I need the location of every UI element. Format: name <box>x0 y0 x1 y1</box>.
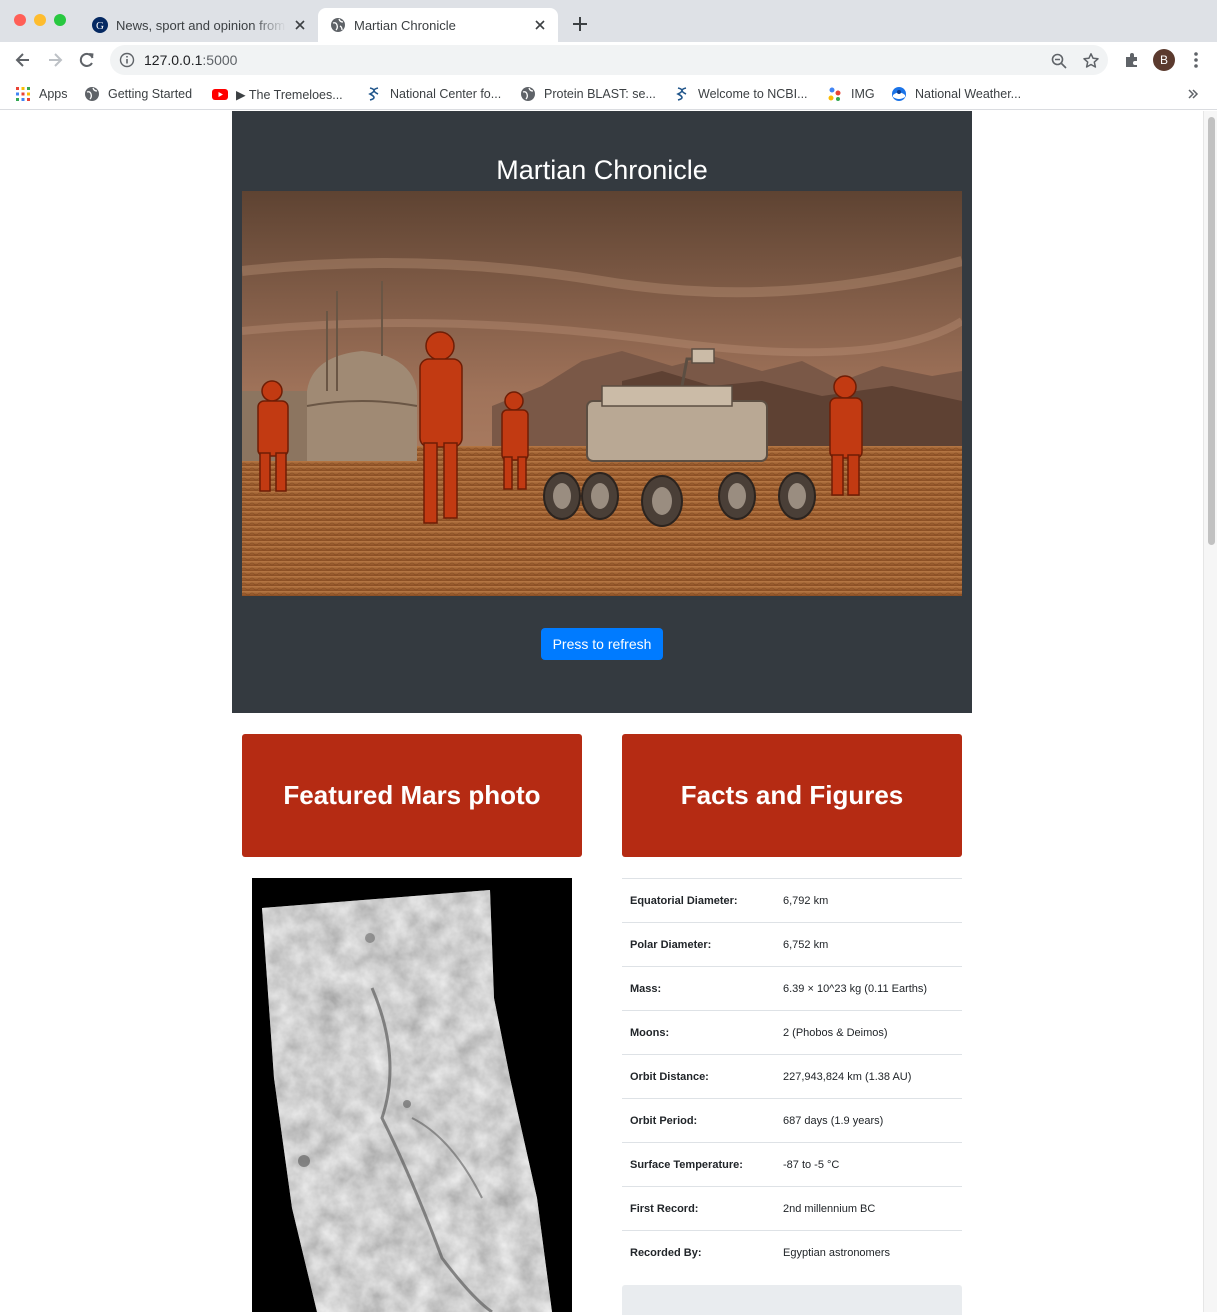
browser-toolbar: 127.0.0.1:5000 <box>0 42 1217 78</box>
bookmark-national-weather[interactable]: National Weather... <box>891 84 1021 104</box>
bookmark-getting-started[interactable]: Getting Started <box>84 84 192 104</box>
facts-row: Orbit Distance: 227,943,824 km (1.38 AU) <box>622 1054 962 1099</box>
more-bookmarks-chevron-icon[interactable] <box>1187 88 1199 100</box>
zoom-icon[interactable] <box>1050 52 1068 70</box>
jumbotron: Martian Chronicle Press to refresh <box>232 111 972 713</box>
refresh-button[interactable]: Press to refresh <box>541 628 663 660</box>
bookmark-star-icon[interactable] <box>1082 52 1100 70</box>
fact-label: Equatorial Diameter: <box>622 878 775 923</box>
bookmark-label: Getting Started <box>108 87 193 101</box>
featured-photo-header: Featured Mars photo <box>242 734 582 857</box>
url-text: 127.0.0.1:5000 <box>144 52 237 68</box>
fact-label: Recorded By: <box>622 1230 775 1274</box>
info-icon[interactable] <box>119 52 135 68</box>
apps-grid-icon <box>16 87 30 101</box>
facts-row: Polar Diameter: 6,752 km <box>622 922 962 967</box>
bookmark-tremeloes[interactable]: ▶ The Tremeloes... <box>212 84 343 104</box>
bookmark-label: ▶ The Tremeloes... <box>236 87 343 102</box>
fact-label: Mass: <box>622 966 775 1011</box>
page-title: Martian Chronicle <box>496 155 708 185</box>
facts-row: Orbit Period: 687 days (1.9 years) <box>622 1098 962 1143</box>
fact-value: -87 to -5 °C <box>775 1142 962 1187</box>
fact-value: 2 (Phobos & Deimos) <box>775 1010 962 1055</box>
globe-icon <box>331 18 345 32</box>
scrollbar-thumb[interactable] <box>1208 117 1215 545</box>
fact-value: 6,792 km <box>775 878 962 923</box>
fact-value: 6.39 × 10^23 kg (0.11 Earths) <box>775 966 962 1011</box>
facts-row: Mass: 6.39 × 10^23 kg (0.11 Earths) <box>622 966 962 1011</box>
zoom-window-button[interactable] <box>54 14 66 26</box>
forward-icon[interactable] <box>45 50 65 70</box>
facts-row: Surface Temperature: -87 to -5 °C <box>622 1142 962 1187</box>
bookmark-label: National Center fo... <box>390 87 502 101</box>
menu-kebab-icon[interactable] <box>1186 50 1206 70</box>
fact-label: First Record: <box>622 1186 775 1231</box>
ncbi-icon <box>368 87 379 101</box>
youtube-icon <box>212 89 228 100</box>
bookmark-img[interactable]: IMG <box>827 84 875 104</box>
fact-label: Polar Diameter: <box>622 922 775 967</box>
close-window-button[interactable] <box>14 14 26 26</box>
facts-row: First Record: 2nd millennium BC <box>622 1186 962 1231</box>
featured-mars-photo <box>252 878 572 1312</box>
facts-row: Moons: 2 (Phobos & Deimos) <box>622 1010 962 1055</box>
page-scrollbar[interactable] <box>1203 111 1217 1312</box>
reload-icon[interactable] <box>77 50 97 70</box>
close-tab-icon[interactable] <box>532 17 548 33</box>
globe-icon <box>85 87 99 101</box>
fact-label: Orbit Period: <box>622 1098 775 1143</box>
tab-title: News, sport and opinion from the Guardia… <box>116 17 286 33</box>
bookmark-label: Apps <box>39 87 68 101</box>
facts-row: Recorded By: Egyptian astronomers <box>622 1230 962 1274</box>
tab-guardian[interactable]: G News, sport and opinion from the Guard… <box>80 8 318 42</box>
fact-value: 227,943,824 km (1.38 AU) <box>775 1054 962 1099</box>
img-dots-icon <box>828 87 841 101</box>
address-bar[interactable]: 127.0.0.1:5000 <box>110 45 1108 75</box>
hero-image-mars-astronauts <box>242 191 962 596</box>
fact-label: Moons: <box>622 1010 775 1055</box>
extensions-icon[interactable] <box>1122 50 1142 70</box>
bookmark-welcome-ncbi[interactable]: Welcome to NCBI... <box>674 84 808 104</box>
fact-value: 2nd millennium BC <box>775 1186 962 1231</box>
fact-value: Egyptian astronomers <box>775 1230 962 1274</box>
bookmark-label: IMG <box>851 87 875 101</box>
url-host: 127.0.0.1 <box>144 52 203 68</box>
bookmark-protein-blast[interactable]: Protein BLAST: se... <box>520 84 656 104</box>
tab-title: Martian Chronicle <box>354 17 456 33</box>
page-viewport: Martian Chronicle Press to refresh Featu… <box>0 111 1203 1315</box>
bookmarks-bar: Apps Getting Started ▶ The Tremeloes... … <box>0 78 1217 110</box>
svg-text:G: G <box>96 20 104 32</box>
globe-icon <box>521 87 535 101</box>
url-port: :5000 <box>202 52 238 68</box>
bookmark-label: Protein BLAST: se... <box>544 87 656 101</box>
noaa-icon <box>892 87 906 101</box>
facts-table-footer <box>622 1285 962 1315</box>
facts-row: Equatorial Diameter: 6,792 km <box>622 878 962 923</box>
minimize-window-button[interactable] <box>34 14 46 26</box>
facts-header: Facts and Figures <box>622 734 962 857</box>
guardian-icon: G <box>92 17 108 33</box>
ncbi-icon <box>676 87 687 101</box>
fact-label: Orbit Distance: <box>622 1054 775 1099</box>
browser-tab-strip: G News, sport and opinion from the Guard… <box>0 0 1217 42</box>
bookmark-label: National Weather... <box>915 87 1022 101</box>
fact-label: Surface Temperature: <box>622 1142 775 1187</box>
profile-avatar[interactable]: B <box>1153 49 1175 71</box>
back-icon[interactable] <box>13 50 33 70</box>
bookmark-apps[interactable]: Apps <box>15 84 68 104</box>
bookmark-label: Welcome to NCBI... <box>698 87 808 101</box>
new-tab-icon[interactable] <box>570 14 590 34</box>
bookmark-ncbi-center[interactable]: National Center fo... <box>366 84 501 104</box>
tab-martian-chronicle[interactable]: Martian Chronicle <box>318 8 558 42</box>
fact-value: 687 days (1.9 years) <box>775 1098 962 1143</box>
facts-table: Equatorial Diameter: 6,792 km Polar Diamet… <box>622 878 962 1274</box>
fact-value: 6,752 km <box>775 922 962 967</box>
close-tab-icon[interactable] <box>292 17 308 33</box>
